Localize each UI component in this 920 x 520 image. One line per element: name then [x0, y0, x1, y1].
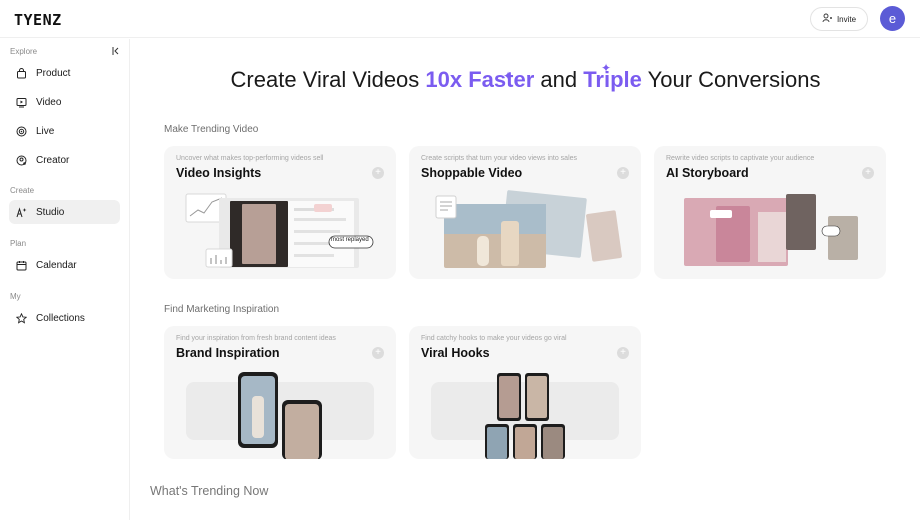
sidebar-item-studio[interactable]: Studio — [9, 200, 120, 224]
star-icon — [16, 312, 27, 324]
sidebar-item-collections[interactable]: Collections — [9, 306, 120, 330]
hero-accent-2: Triple — [583, 67, 642, 92]
collapse-sidebar-icon[interactable] — [112, 47, 120, 57]
sparkle-icon: ✦ — [503, 69, 514, 83]
brand-logo[interactable]: TYENZ — [14, 11, 62, 29]
sidebar: Explore Product Video Live Creator Creat… — [0, 39, 130, 520]
hero-text-2: and — [534, 67, 584, 92]
section-label-explore: Explore — [10, 47, 38, 56]
ai-storyboard-preview — [684, 194, 858, 266]
card-ai-storyboard[interactable]: Rewrite video scripts to captivate your … — [654, 146, 886, 279]
main-content: Create Viral Videos 10x Faster and Tripl… — [131, 39, 920, 520]
live-icon — [16, 126, 27, 137]
sidebar-item-label: Video — [36, 96, 62, 108]
top-bar: TYENZ Invite e — [0, 0, 920, 38]
hero-text-1: Create Viral Videos — [230, 67, 426, 92]
shoppable-video-preview — [435, 190, 622, 268]
user-avatar[interactable]: e — [880, 6, 905, 31]
brand-inspiration-preview — [186, 372, 374, 459]
add-user-icon — [822, 13, 832, 25]
sidebar-item-label: Studio — [36, 206, 65, 218]
section-label-create: Create — [10, 186, 35, 195]
sidebar-item-calendar[interactable]: Calendar — [9, 253, 120, 277]
trending-section-title: What's Trending Now — [150, 484, 269, 498]
creator-icon — [16, 155, 27, 166]
sidebar-item-creator[interactable]: Creator — [9, 148, 120, 172]
video-insights-preview — [185, 193, 374, 268]
sparkle-ai-icon — [16, 206, 27, 218]
invite-button[interactable]: Invite — [810, 7, 868, 31]
sidebar-item-label: Collections — [36, 312, 85, 324]
card-video-insights[interactable]: Uncover what makes top-performing videos… — [164, 146, 396, 279]
viral-hooks-preview — [431, 373, 619, 459]
sidebar-item-product[interactable]: Product — [9, 61, 120, 85]
group-title: Find Marketing Inspiration — [164, 304, 280, 315]
sidebar-item-label: Creator — [36, 154, 70, 166]
calendar-icon — [16, 260, 27, 271]
sidebar-item-label: Product — [36, 67, 71, 79]
card-viral-hooks[interactable]: Find catchy hooks to make your videos go… — [409, 326, 641, 459]
sidebar-item-label: Calendar — [36, 259, 77, 271]
sparkle-icon: ✦ — [601, 61, 612, 75]
hero-headline: Create Viral Videos 10x Faster and Tripl… — [131, 67, 920, 93]
card-shoppable-video[interactable]: Create scripts that turn your video view… — [409, 146, 641, 279]
bag-icon — [16, 67, 27, 79]
card-brand-inspiration[interactable]: Find your inspiration from fresh brand c… — [164, 326, 396, 459]
section-label-plan: Plan — [10, 239, 27, 248]
invite-label: Invite — [836, 14, 857, 24]
hero-accent-1: 10x Faster — [425, 67, 535, 92]
group-title: Make Trending Video — [164, 124, 259, 135]
sidebar-item-live[interactable]: Live — [9, 119, 120, 143]
most-replayed-badge: most replayed — [331, 237, 369, 243]
sidebar-item-video[interactable]: Video — [9, 90, 120, 114]
section-label-my: My — [10, 292, 21, 301]
hero-text-3: Your Conversions — [641, 67, 821, 92]
sidebar-item-label: Live — [36, 125, 55, 137]
video-icon — [16, 97, 27, 108]
